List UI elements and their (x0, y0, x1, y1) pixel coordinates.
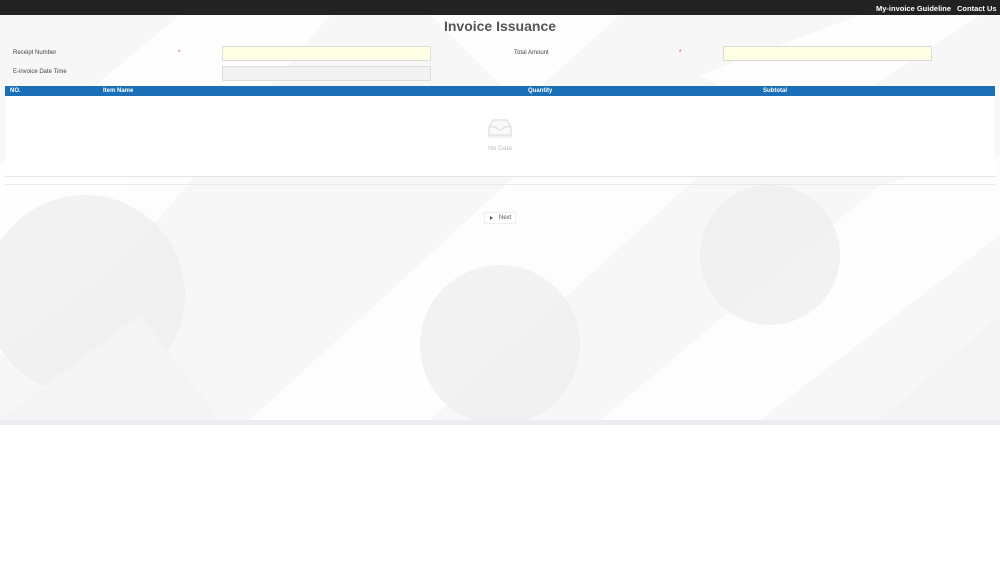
next-button-label: Next (499, 215, 512, 221)
column-header-subtotal: Subtotal (763, 88, 787, 94)
column-header-quantity: Quantity (528, 88, 553, 94)
receipt-number-label: Receipt Number (13, 50, 57, 56)
page-title: Invoice Issuance (443, 18, 557, 34)
top-navigation-bar: My-invoice Guideline Contact Us (0, 0, 1000, 15)
total-amount-required-mark: * (679, 50, 682, 56)
einvoice-datetime-input (222, 66, 431, 81)
column-header-item-name: Item Name (103, 88, 134, 94)
contact-us-link[interactable]: Contact Us (957, 4, 997, 13)
next-button[interactable]: Next (484, 212, 516, 224)
items-table-body: No Data (5, 96, 995, 177)
empty-inbox-icon (487, 119, 513, 139)
items-table-header: NO. Item Name Quantity Subtotal (5, 86, 995, 96)
section-divider (5, 184, 995, 185)
no-data-text: No Data (488, 145, 512, 152)
caret-right-icon (490, 216, 493, 220)
guideline-link[interactable]: My-invoice Guideline (876, 4, 951, 13)
column-header-no: NO. (10, 88, 21, 94)
total-amount-input[interactable] (723, 46, 932, 61)
footer-strip (0, 420, 1000, 425)
einvoice-datetime-label: E-invoice Date Time (13, 69, 67, 75)
total-amount-label: Total Amount (514, 50, 549, 56)
receipt-number-input[interactable] (222, 46, 431, 61)
receipt-number-required-mark: * (178, 50, 181, 56)
